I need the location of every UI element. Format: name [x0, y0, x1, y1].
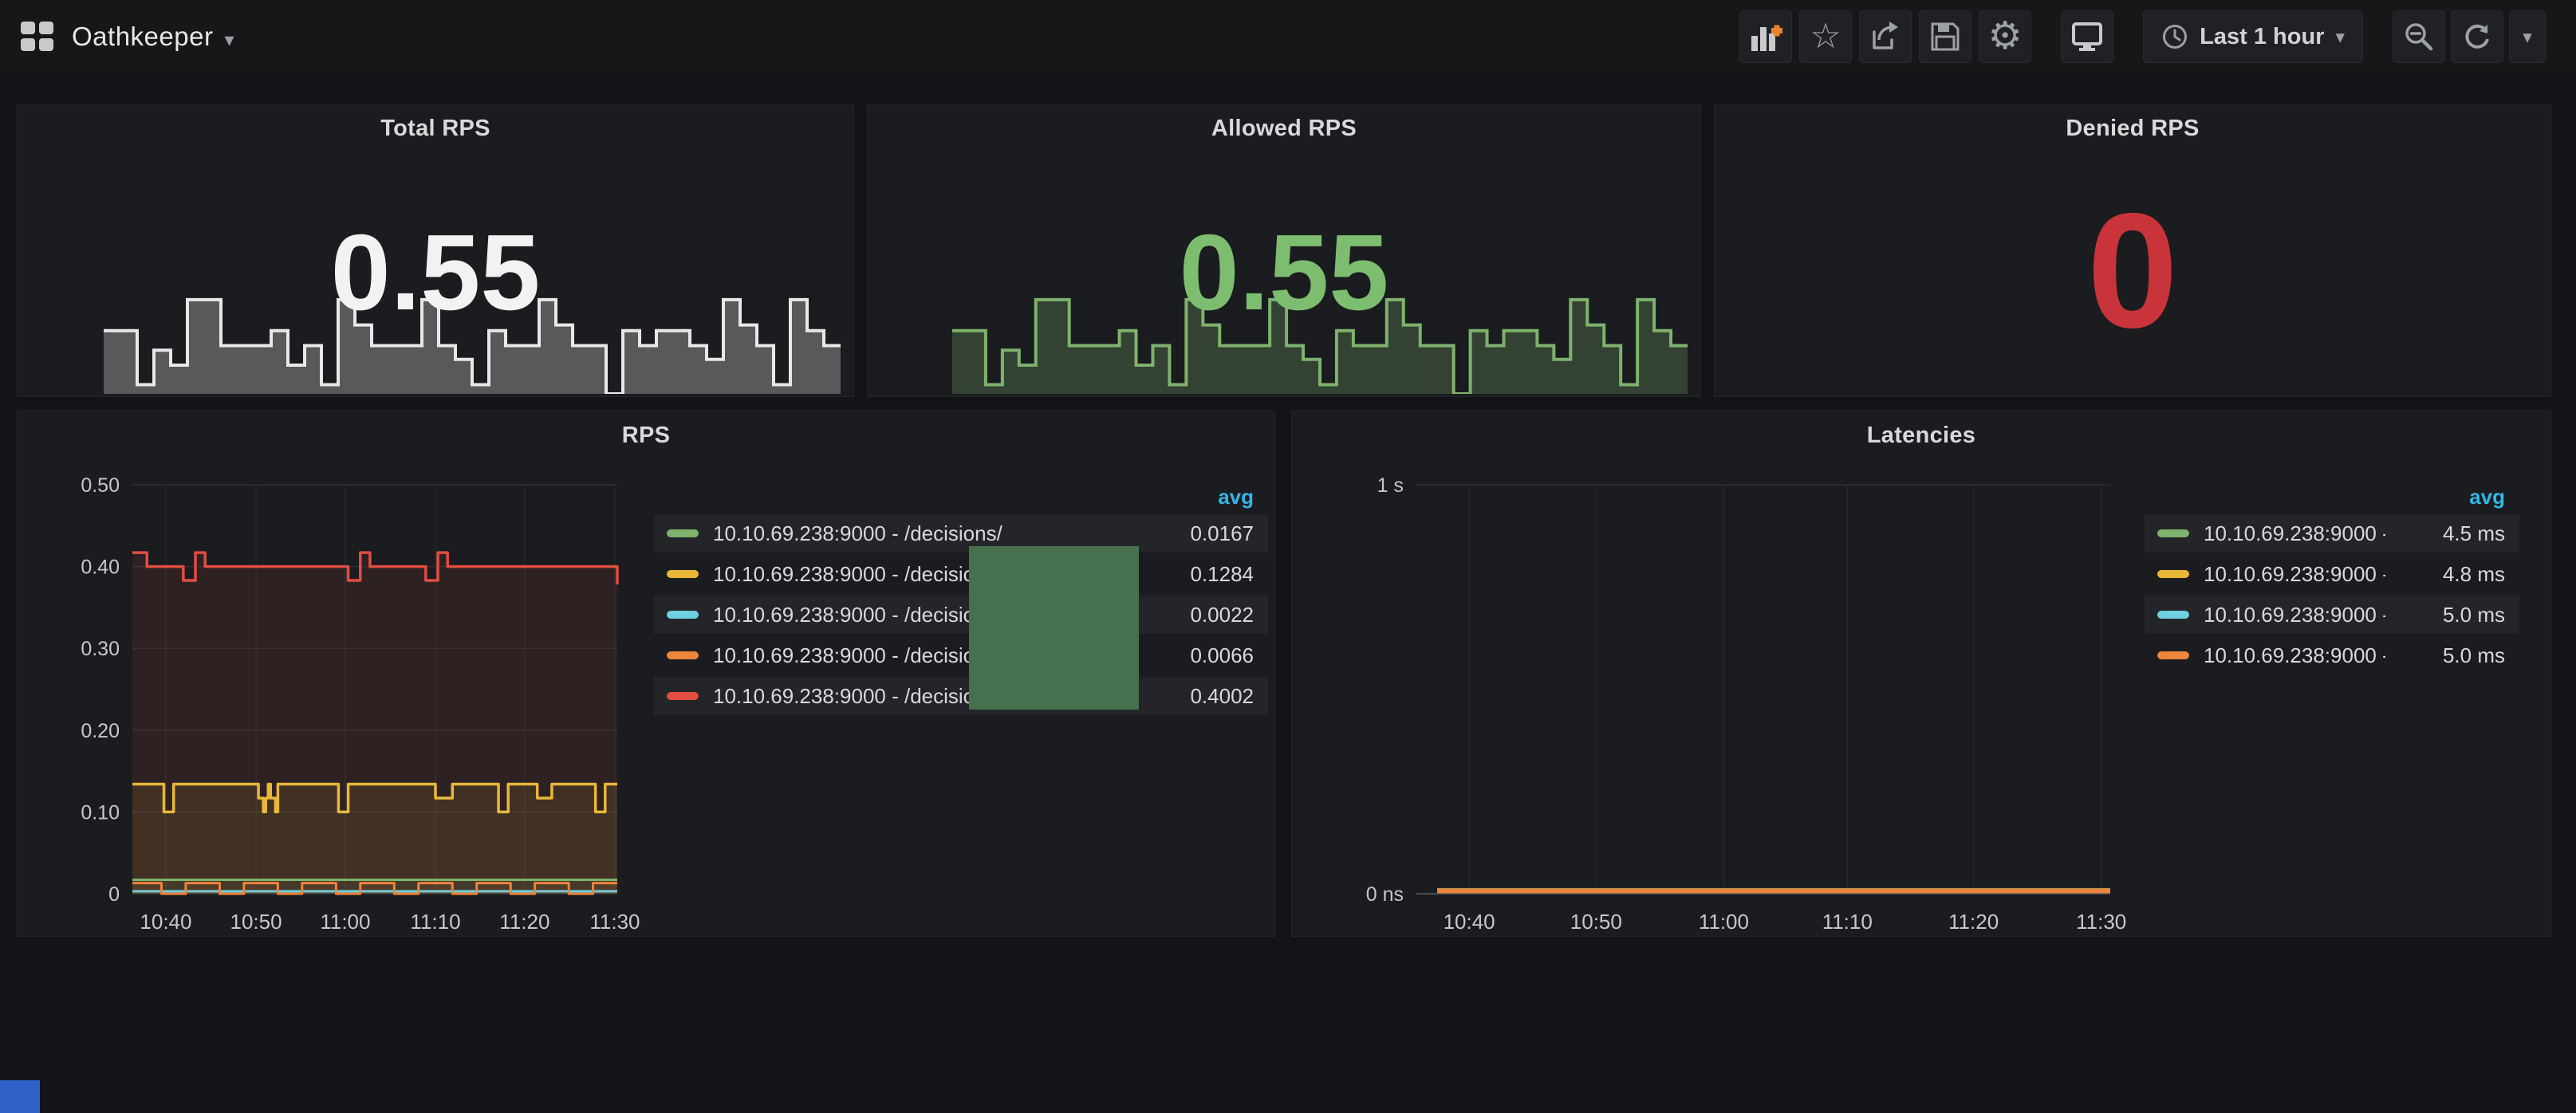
dashboards-grid-icon — [21, 22, 54, 52]
add-panel-icon — [1749, 20, 1782, 53]
toolbar: ☆ ⚙ — [1739, 10, 2546, 63]
legend-avg-header[interactable]: avg — [2469, 485, 2505, 509]
x-axis-tick-label: 11:30 — [2076, 910, 2126, 934]
star-icon: ☆ — [1810, 19, 1841, 54]
series-avg-value: 4.5 ms — [2385, 521, 2519, 546]
series-label[interactable]: 10.10.69.238:9000 - /decisions/ — [713, 521, 1094, 546]
legend-avg-header[interactable]: avg — [1218, 485, 1254, 509]
panel-latencies-graph: Latencies 1 s0 ns10:4010:5011:0011:1011:… — [1291, 411, 2551, 937]
zoom-out-button[interactable] — [2393, 10, 2445, 63]
dashboard-title-dropdown[interactable]: Oathkeeper ▾ — [21, 22, 234, 52]
series-color-swatch[interactable] — [2157, 570, 2189, 578]
share-dashboard-button[interactable] — [1859, 10, 1912, 63]
dashboard-settings-button[interactable]: ⚙ — [1979, 10, 2031, 63]
allowed-rps-value: 0.55 — [868, 218, 1700, 326]
y-axis-tick-label: 0.10 — [81, 801, 120, 824]
panel-title[interactable]: Allowed RPS — [868, 116, 1700, 142]
series-avg-value: 5.0 ms — [2385, 603, 2519, 627]
legend-row[interactable]: 10.10.69.238:9000 - /decisions/0.0022 — [654, 596, 1268, 634]
refresh-interval-dropdown[interactable]: ▾ — [2509, 10, 2546, 63]
x-axis-tick-label: 11:00 — [1699, 910, 1749, 934]
grafana-dashboard: Oathkeeper ▾ ☆ — [0, 0, 2576, 1113]
monitor-icon — [2070, 19, 2105, 54]
y-axis-tick-label: 0 — [108, 883, 120, 906]
series-fill — [132, 785, 617, 894]
x-axis-tick-label: 11:30 — [589, 910, 640, 934]
series-color-swatch[interactable] — [667, 692, 699, 700]
x-axis-tick-label: 10:40 — [1444, 910, 1495, 934]
legend-row[interactable]: 10.10.69.238:9000 - p1005.0 ms — [2145, 636, 2519, 674]
panel-rps-graph: RPS 0.500.400.300.200.10010:4010:5011:00… — [17, 411, 1275, 937]
add-panel-button[interactable] — [1739, 10, 1792, 63]
series-color-swatch[interactable] — [2157, 611, 2189, 619]
legend-row[interactable]: 10.10.69.238:9000 - /decisions/0.0167 — [654, 514, 1268, 553]
star-dashboard-button[interactable]: ☆ — [1799, 10, 1852, 63]
chevron-down-icon: ▾ — [224, 29, 234, 52]
series-label[interactable]: 10.10.69.238:9000 - p95 — [2204, 562, 2385, 587]
panel-title[interactable]: Denied RPS — [1715, 116, 2550, 142]
legend-row[interactable]: 10.10.69.238:9000 - p954.8 ms — [2145, 555, 2519, 593]
series-avg-value: 4.8 ms — [2385, 562, 2519, 587]
series-color-swatch[interactable] — [667, 611, 699, 619]
time-range-picker[interactable]: Last 1 hour ▾ — [2143, 10, 2363, 63]
y-axis-tick-label: 0.50 — [81, 474, 120, 497]
cycle-view-mode-button[interactable] — [2061, 10, 2113, 63]
legend-row[interactable]: 10.10.69.238:9000 - /decisions/0.1284 — [654, 555, 1268, 593]
series-label[interactable]: 10.10.69.238:9000 - p100 — [2204, 643, 2385, 668]
panel-allowed-rps: Allowed RPS 0.55 — [867, 104, 1701, 397]
green-overlay-box — [969, 546, 1139, 710]
save-icon — [1928, 19, 1963, 54]
panel-denied-rps: Denied RPS 0 — [1714, 104, 2551, 397]
time-range-label: Last 1 hour — [2200, 24, 2324, 50]
share-icon — [1868, 19, 1903, 54]
latencies-legend: avg10.10.69.238:9000 - p904.5 ms10.10.69… — [2145, 479, 2519, 677]
total-rps-value: 0.55 — [18, 218, 853, 326]
x-axis-tick-label: 10:40 — [140, 910, 191, 934]
series-label[interactable]: 10.10.69.238:9000 - p99 — [2204, 603, 2385, 627]
y-axis-tick-label: 0.20 — [81, 720, 120, 742]
dashboard-title: Oathkeeper — [72, 22, 213, 52]
series-label[interactable]: 10.10.69.238:9000 - p90 — [2204, 521, 2385, 546]
x-axis-tick-label: 11:20 — [499, 910, 549, 934]
y-axis-tick-label: 1 s — [1377, 474, 1404, 497]
x-axis-tick-label: 11:20 — [1948, 910, 1999, 934]
legend-row[interactable]: 10.10.69.238:9000 - /decisions/0.4002 — [654, 677, 1268, 715]
series-color-swatch[interactable] — [667, 651, 699, 659]
panel-total-rps: Total RPS 0.55 — [17, 104, 854, 397]
x-axis-tick-label: 10:50 — [1570, 910, 1622, 934]
legend-row[interactable]: 10.10.69.238:9000 - /decisions/0.0066 — [654, 636, 1268, 674]
x-axis-tick-label: 11:10 — [1822, 910, 1873, 934]
legend-row[interactable]: 10.10.69.238:9000 - p995.0 ms — [2145, 596, 2519, 634]
y-axis-tick-label: 0.30 — [81, 638, 120, 660]
denied-rps-value: 0 — [1715, 189, 2550, 352]
rps-legend: avg 10.10.69.238:9000 - /decisions/0.0167… — [654, 479, 1268, 718]
refresh-button[interactable] — [2451, 10, 2503, 63]
series-color-swatch[interactable] — [667, 570, 699, 578]
chevron-down-icon: ▾ — [2335, 26, 2345, 48]
zoom-out-icon — [2401, 19, 2436, 54]
series-color-swatch[interactable] — [2157, 651, 2189, 659]
gear-icon: ⚙ — [1988, 18, 2023, 56]
series-avg-value: 5.0 ms — [2385, 643, 2519, 668]
y-axis-tick-label: 0 ns — [1366, 883, 1404, 906]
legend-row[interactable]: 10.10.69.238:9000 - p904.5 ms — [2145, 514, 2519, 553]
clock-icon — [2161, 23, 2188, 50]
refresh-icon — [2460, 20, 2494, 53]
chevron-down-icon: ▾ — [2523, 26, 2532, 48]
x-axis-tick-label: 11:10 — [410, 910, 460, 934]
bottom-left-blue-box — [0, 1080, 40, 1113]
series-fill — [132, 883, 617, 894]
x-axis-tick-label: 11:00 — [320, 910, 370, 934]
series-color-swatch[interactable] — [667, 529, 699, 537]
y-axis-tick-label: 0.40 — [81, 556, 120, 579]
save-dashboard-button[interactable] — [1919, 10, 1971, 63]
x-axis-tick-label: 10:50 — [230, 910, 282, 934]
dashboard-header: Oathkeeper ▾ ☆ — [0, 0, 2576, 74]
panel-title[interactable]: Total RPS — [18, 116, 853, 142]
series-avg-value: 0.0167 — [1094, 521, 1268, 546]
series-color-swatch[interactable] — [2157, 529, 2189, 537]
